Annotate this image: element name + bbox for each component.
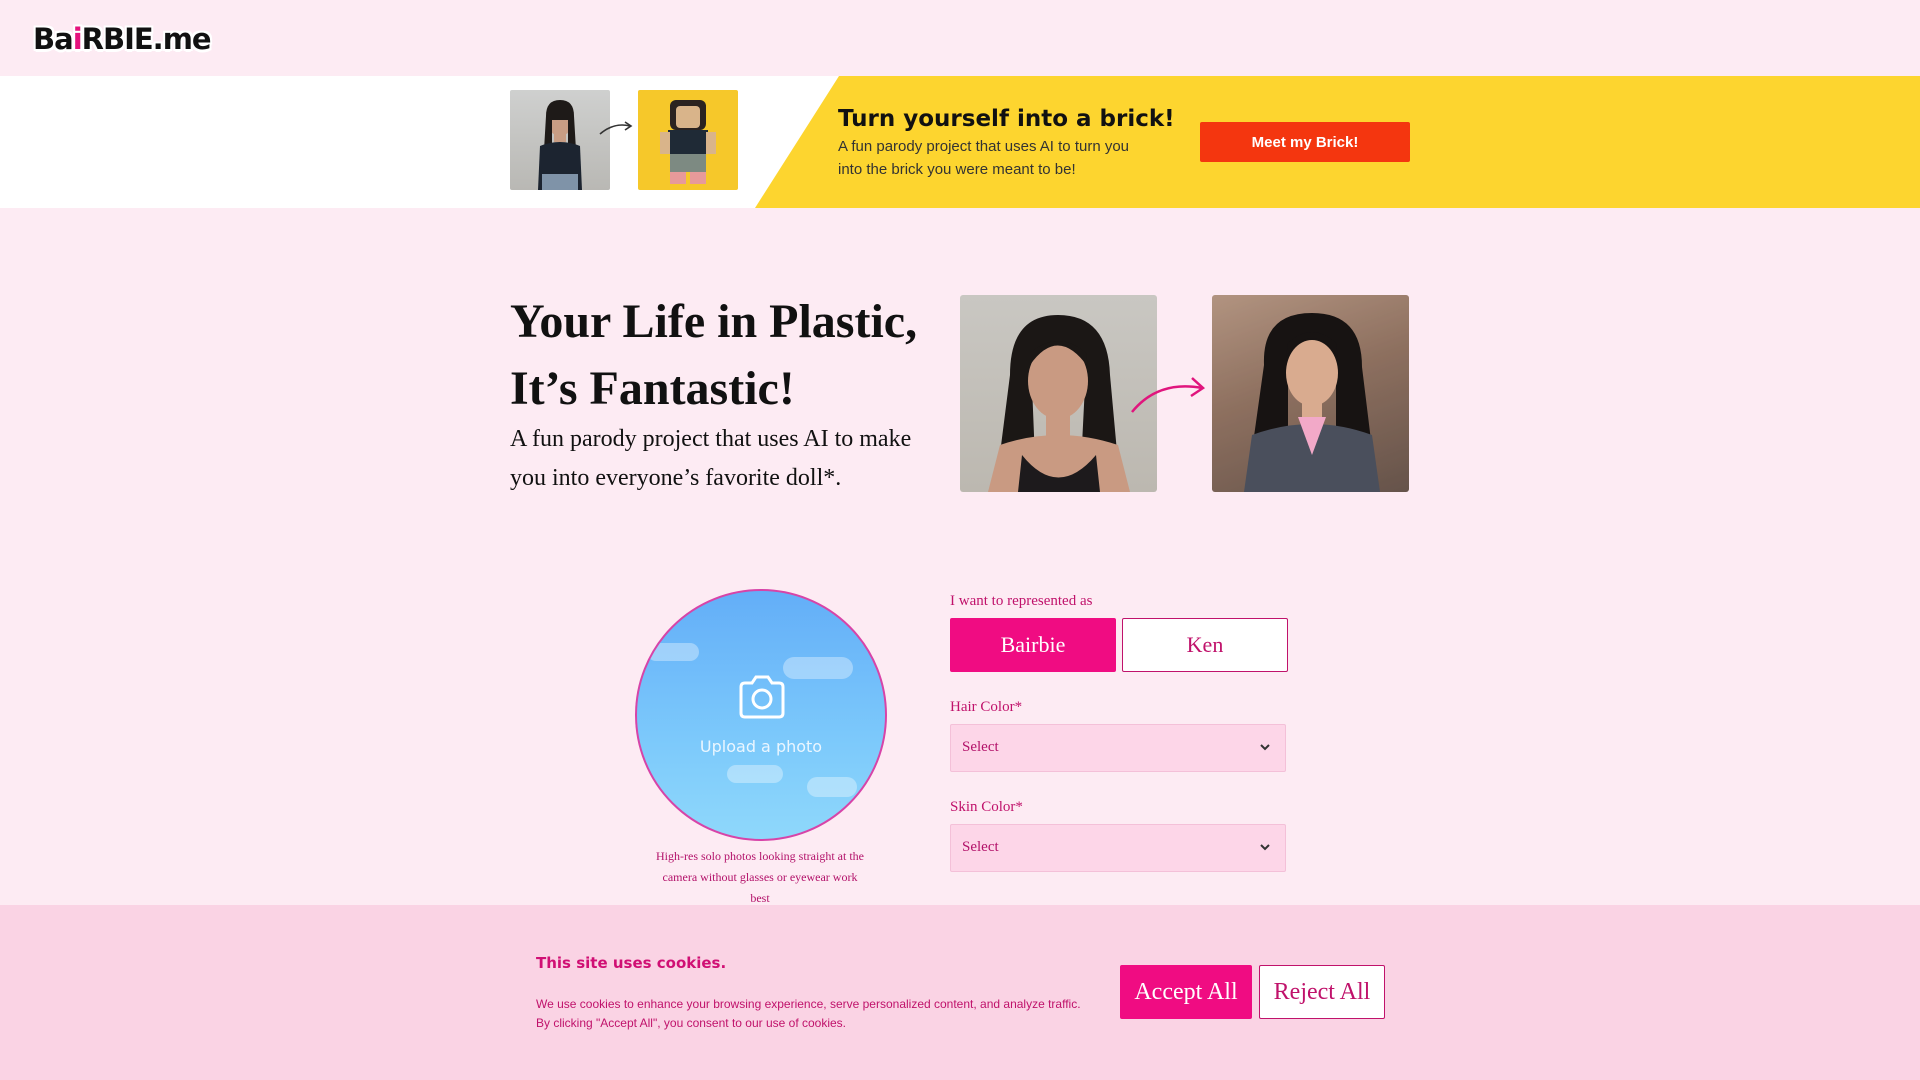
upload-label: Upload a photo [699, 737, 823, 756]
upload-hint: High-res solo photos looking straight at… [656, 849, 864, 905]
chevron-down-icon [1260, 844, 1270, 851]
hero-subtitle: A fun parody project that uses AI to mak… [510, 426, 912, 491]
cookie-consent-banner: This site uses cookies. We use cookies t… [0, 905, 1920, 1080]
skin-color-select[interactable]: Select [950, 824, 1286, 872]
transform-arrow-icon [1131, 377, 1206, 413]
meet-my-brick-button[interactable]: Meet my Brick! [1200, 122, 1410, 162]
represent-label: I want to represented as [950, 593, 1093, 609]
promo-banner: Turn yourself into a brick! A fun parody… [0, 76, 1920, 208]
arrow-icon [599, 121, 633, 135]
cookie-text: We use cookies to enhance your browsing … [536, 997, 1081, 1030]
camera-icon [739, 675, 785, 719]
banner-before-photo [510, 90, 610, 190]
cookie-title: This site uses cookies. [536, 954, 727, 972]
site-logo[interactable]: BaiRBIE.me [33, 22, 212, 56]
banner-brick-photo [638, 90, 738, 190]
hair-color-select[interactable]: Select [950, 724, 1286, 772]
option-bairbie-button[interactable]: Bairbie [950, 618, 1116, 672]
banner-title: Turn yourself into a brick! [838, 106, 1175, 132]
reject-all-button[interactable]: Reject All [1259, 965, 1385, 1019]
accept-all-button[interactable]: Accept All [1120, 965, 1252, 1019]
chevron-down-icon [1260, 744, 1270, 751]
site-header: BaiRBIE.me [0, 0, 1920, 76]
hero-doll-photo [1212, 295, 1409, 492]
option-ken-button[interactable]: Ken [1122, 618, 1288, 672]
hair-color-label: Hair Color* [950, 699, 1023, 715]
banner-subtitle: A fun parody project that uses AI to tur… [838, 138, 1130, 178]
skin-color-label: Skin Color* [950, 799, 1023, 815]
hero-title: Your Life in Plastic, It’s Fantastic! [510, 295, 918, 415]
upload-photo-button[interactable]: Upload a photo [635, 589, 887, 841]
